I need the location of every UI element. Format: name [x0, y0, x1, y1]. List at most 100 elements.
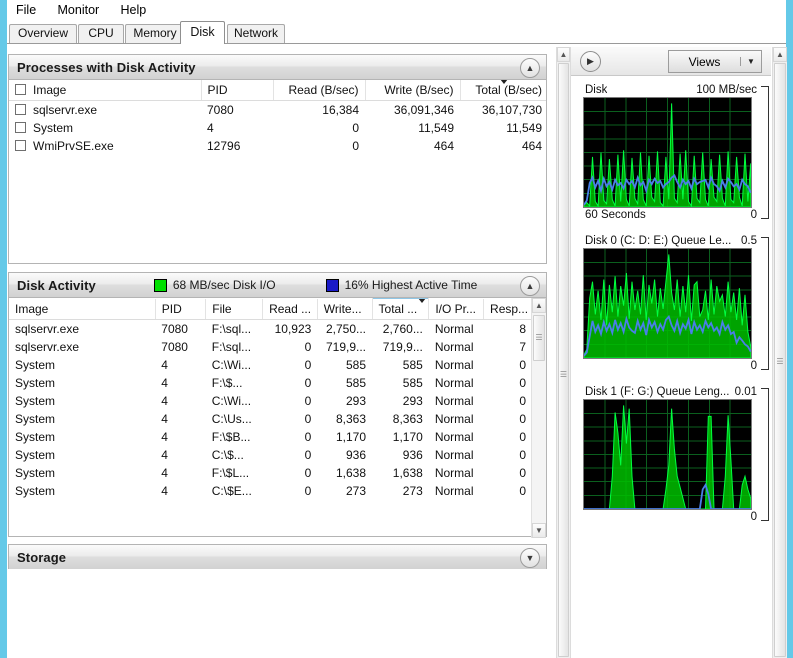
row-checkbox[interactable] [15, 104, 26, 115]
cell-pid: 4 [161, 358, 168, 372]
column-header-pid[interactable]: PID [155, 298, 207, 320]
cell-total: 293 [402, 394, 423, 408]
disk-graph-canvas [583, 97, 752, 208]
disk0-graph-scale-label: 0.5 [741, 235, 757, 247]
disk-graph-scale-label: 100 MB/sec [696, 84, 757, 96]
window-frame-right-edge [786, 0, 793, 658]
column-header-file[interactable]: File [205, 298, 264, 320]
table-row[interactable]: System 4 C:\Wi... 0 585 585 Normal 0 [9, 356, 532, 374]
tab-overview[interactable]: Overview [9, 24, 77, 43]
cell-read: 0 [304, 358, 312, 372]
column-header-total[interactable]: Total ... [371, 298, 430, 320]
cell-image: System [15, 448, 56, 462]
axis-bracket [761, 388, 769, 521]
scrollbar-thumb[interactable]: ☰ [558, 63, 569, 657]
legend-active-time-text: 16% Highest Active Time [344, 278, 478, 292]
cell-write: 293 [345, 394, 367, 408]
table-row[interactable]: System 4 0 11,549 11,549 [9, 119, 546, 137]
cell-write: 11,549 [418, 121, 454, 135]
disk-activity-list-scrollbar[interactable]: ▲ ☰ ▼ [531, 298, 546, 538]
table-row[interactable]: WmiPrvSE.exe 12796 0 464 464 [9, 137, 546, 155]
cell-response-time: 0 [519, 394, 526, 408]
disk1-graph-ymin-label: 0 [750, 511, 757, 523]
table-row[interactable]: System 4 F:\$L... 0 1,638 1,638 Normal 0 [9, 464, 532, 482]
processes-with-disk-activity-panel: Processes with Disk Activity ▲ Image PID… [8, 54, 547, 264]
table-row[interactable]: System 4 C:\Wi... 0 293 293 Normal 0 [9, 392, 532, 410]
cell-write: 585 [345, 358, 367, 372]
views-button[interactable]: Views ▼ [668, 50, 762, 73]
cell-total: 936 [402, 448, 423, 462]
cell-total: 1,638 [392, 466, 423, 480]
tab-disk[interactable]: Disk [180, 21, 225, 44]
caret-down-icon[interactable]: ▼ [740, 57, 761, 66]
cell-file: C:\Wi... [211, 394, 252, 408]
disk-graph-title: Disk [585, 84, 608, 96]
row-checkbox[interactable] [15, 140, 26, 151]
scroll-up-arrow-icon[interactable]: ▲ [532, 298, 546, 313]
cell-io-priority: Normal [434, 358, 474, 372]
column-header-write[interactable]: Write (B/sec) [365, 80, 461, 101]
cell-response-time: 0 [519, 448, 526, 462]
tab-memory[interactable]: Memory [125, 24, 185, 43]
cell-io-priority: Normal [434, 340, 474, 354]
row-checkbox[interactable] [15, 122, 26, 133]
cell-image: sqlservr.exe [15, 322, 80, 336]
table-row[interactable]: System 4 C:\$... 0 936 936 Normal 0 [9, 446, 532, 464]
chevron-down-icon[interactable]: ▼ [520, 548, 540, 568]
chevron-up-icon[interactable]: ▲ [520, 276, 540, 296]
cell-read: 10,923 [274, 322, 312, 336]
column-header-pid[interactable]: PID [201, 80, 274, 101]
column-header-write[interactable]: Write... [317, 298, 373, 320]
cell-write: 1,638 [335, 466, 367, 480]
disk-activity-panel-title: Disk Activity [17, 277, 96, 293]
storage-panel-header[interactable]: Storage ▼ [9, 545, 546, 569]
right-pane-scrollbar[interactable]: ▲ ☰ [772, 47, 787, 658]
processes-table-container: Image PID Read (B/sec) Write (B/sec) Tot… [9, 80, 546, 265]
processes-panel-header[interactable]: Processes with Disk Activity ▲ [9, 55, 546, 80]
cell-write: 936 [345, 448, 367, 462]
menu-item-monitor[interactable]: Monitor [49, 0, 109, 19]
processes-panel-title: Processes with Disk Activity [17, 59, 196, 75]
cell-write: 2,750... [325, 322, 367, 336]
table-row[interactable]: System 4 F:\$... 0 585 585 Normal 0 [9, 374, 532, 392]
menu-item-file[interactable]: File [7, 0, 45, 19]
cell-image: System [15, 466, 56, 480]
select-all-checkbox[interactable] [15, 84, 26, 95]
column-header-total[interactable]: Total (B/sec) [460, 80, 546, 101]
cell-total: 11,549 [506, 121, 542, 135]
chevron-right-circle-icon[interactable]: ▶ [580, 51, 601, 72]
table-row[interactable]: sqlservr.exe 7080 16,384 36,091,346 36,1… [9, 101, 546, 120]
scroll-down-arrow-icon[interactable]: ▼ [532, 523, 546, 538]
graphs-container: Disk 100 MB/sec 60 Seconds 0 Disk 0 (C: … [583, 84, 769, 523]
disk-graph-ymin-label: 0 [750, 209, 757, 221]
scroll-up-arrow-icon[interactable]: ▲ [773, 47, 787, 62]
cell-read: 0 [304, 484, 312, 498]
column-header-image[interactable]: Image [9, 80, 202, 101]
tab-cpu[interactable]: CPU [78, 24, 124, 43]
table-row[interactable]: System 4 C:\$E... 0 273 273 Normal 0 [9, 482, 532, 500]
scroll-up-arrow-icon[interactable]: ▲ [557, 47, 570, 62]
disk-activity-panel-header[interactable]: Disk Activity 68 MB/sec Disk I/O 16% Hig… [9, 273, 546, 298]
table-row[interactable]: System 4 F:\$B... 0 1,170 1,170 Normal 0 [9, 428, 532, 446]
column-header-io-priority[interactable]: I/O Pr... [428, 298, 485, 320]
menu-item-help[interactable]: Help [112, 0, 156, 19]
cell-image: System [15, 430, 56, 444]
table-row[interactable]: sqlservr.exe 7080 F:\sql... 10,923 2,750… [9, 320, 532, 339]
column-header-response-time[interactable]: Resp... [483, 298, 532, 320]
table-row[interactable]: sqlservr.exe 7080 F:\sql... 0 719,9... 7… [9, 338, 532, 356]
scrollbar-thumb[interactable]: ☰ [774, 63, 786, 657]
cell-pid: 4 [161, 412, 168, 426]
tab-network[interactable]: Network [227, 24, 285, 43]
column-header-read[interactable]: Read (B/sec) [273, 80, 366, 101]
chevron-up-icon[interactable]: ▲ [520, 58, 540, 78]
column-header-read[interactable]: Read ... [262, 298, 318, 320]
legend-disk-io: 68 MB/sec Disk I/O [153, 278, 276, 292]
cell-read: 0 [304, 430, 312, 444]
scrollbar-thumb[interactable]: ☰ [533, 315, 545, 361]
main-vertical-scrollbar[interactable]: ▲ ☰ [556, 47, 571, 658]
axis-bracket [761, 237, 769, 370]
column-header-image[interactable]: Image [9, 298, 156, 320]
table-row[interactable]: System 4 C:\Us... 0 8,363 8,363 Normal 0 [9, 410, 532, 428]
cell-pid: 4 [161, 430, 168, 444]
processes-table: Image PID Read (B/sec) Write (B/sec) Tot… [9, 80, 546, 155]
